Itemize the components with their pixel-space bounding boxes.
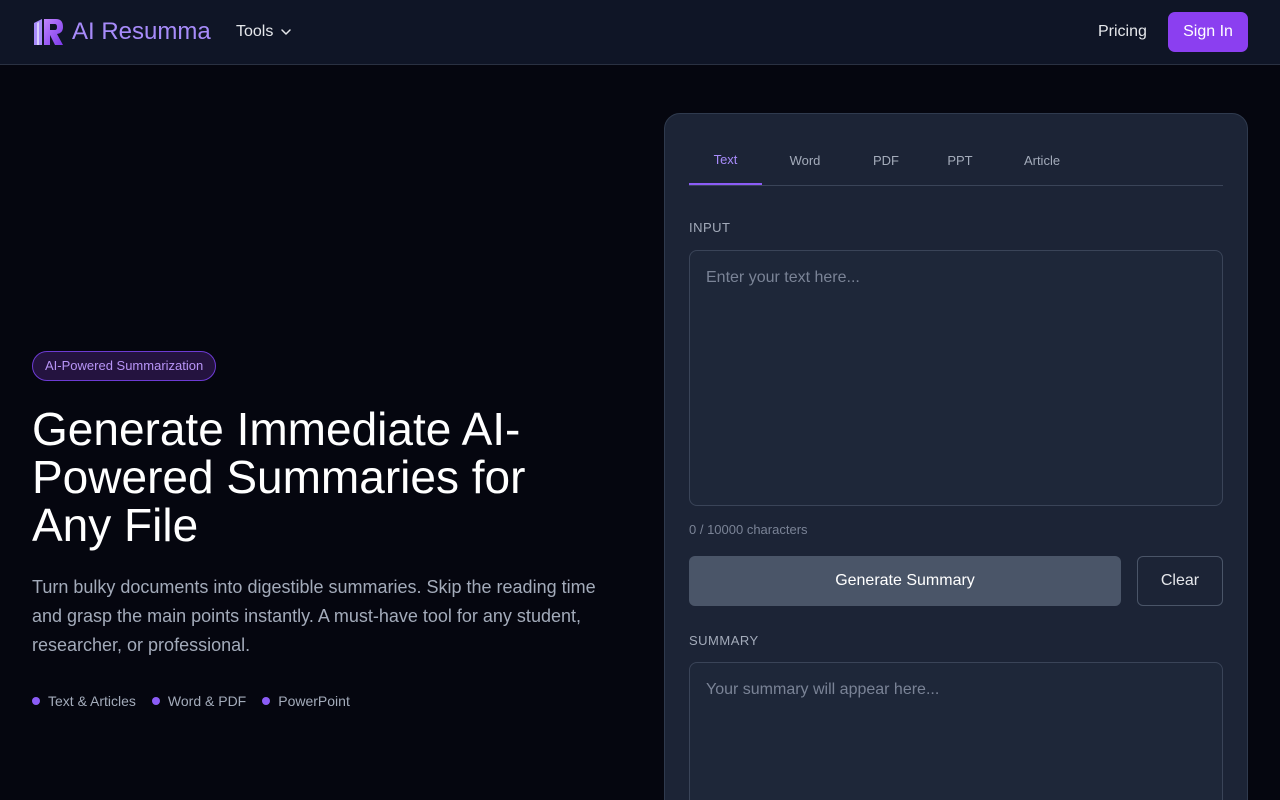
tab-ppt[interactable]: PPT: [939, 138, 981, 185]
summarizer-panel: Text Word PDF PPT Article INPUT 0 / 1000…: [664, 113, 1248, 800]
tab-article[interactable]: Article: [1011, 138, 1073, 185]
sign-in-button[interactable]: Sign In: [1168, 12, 1248, 52]
tools-menu-label: Tools: [236, 23, 274, 40]
tab-text[interactable]: Text: [689, 138, 762, 185]
character-count: 0 / 10000 characters: [689, 522, 808, 537]
feature-item: Word & PDF: [151, 692, 247, 710]
pricing-link[interactable]: Pricing: [1098, 21, 1147, 43]
feature-label: Text & Articles: [48, 693, 136, 709]
summary-label: SUMMARY: [689, 633, 759, 648]
summary-output: Your summary will appear here...: [689, 662, 1223, 800]
feature-label: PowerPoint: [278, 693, 350, 709]
brand-name[interactable]: AI Resumma: [72, 17, 211, 47]
feature-list: Text & Articles Word & PDF PowerPoint: [32, 692, 350, 710]
top-nav: AI Resumma Tools Pricing Sign In: [0, 0, 1280, 65]
bullet-dot-icon: [262, 697, 271, 705]
feature-item: PowerPoint: [262, 692, 350, 710]
feature-label: Word & PDF: [167, 693, 247, 709]
logo-icon[interactable]: [32, 17, 64, 47]
clear-button[interactable]: Clear: [1137, 556, 1223, 606]
hero-badge: AI-Powered Summarization: [32, 351, 217, 381]
hero-description: Turn bulky documents into digestible sum…: [32, 577, 596, 655]
text-input[interactable]: [689, 250, 1223, 506]
input-label: INPUT: [689, 220, 731, 235]
tab-word[interactable]: Word: [779, 138, 831, 185]
tab-pdf[interactable]: PDF: [861, 138, 911, 185]
source-tabs: Text Word PDF PPT Article: [689, 138, 1223, 186]
hero-headline: Generate Immediate AI-Powered Summaries …: [32, 403, 526, 551]
bullet-dot-icon: [32, 697, 40, 705]
summary-placeholder: Your summary will appear here...: [706, 681, 940, 698]
tools-menu[interactable]: Tools: [236, 21, 293, 43]
generate-summary-button[interactable]: Generate Summary: [689, 556, 1121, 606]
bullet-dot-icon: [151, 697, 160, 705]
chevron-down-icon: [281, 29, 292, 35]
feature-item: Text & Articles: [32, 692, 136, 710]
